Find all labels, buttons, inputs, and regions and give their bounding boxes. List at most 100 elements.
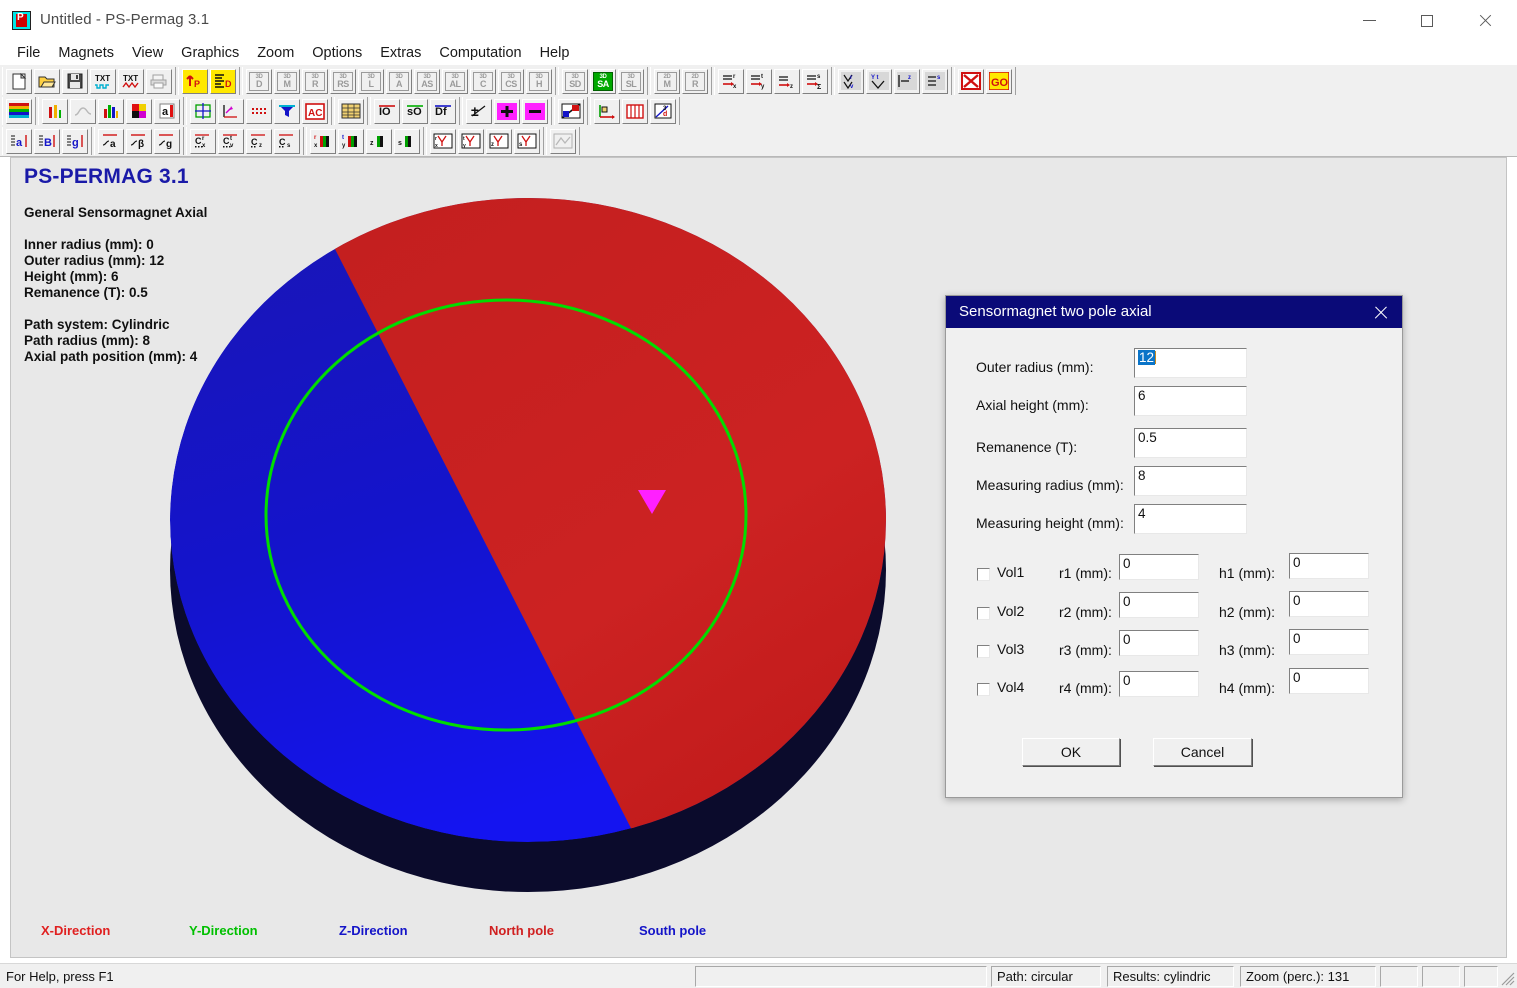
view-3d-m-button[interactable]: 3D M xyxy=(274,68,300,94)
component-ty-button[interactable]: ty xyxy=(746,68,772,94)
vol4-checkbox[interactable] xyxy=(977,683,990,696)
curve-a-button[interactable]: a xyxy=(98,128,124,154)
view-3d-sa-button[interactable]: 3D SA xyxy=(590,68,616,94)
h1-input[interactable]: 0 xyxy=(1289,553,1369,579)
view-3d-sd-button[interactable]: 3D SD xyxy=(562,68,588,94)
smooth-curve-button[interactable] xyxy=(70,98,96,124)
plus-minus-button[interactable]: ± xyxy=(466,98,492,124)
outer-radius-input[interactable]: 12 xyxy=(1134,348,1247,378)
letter-g-button[interactable]: g xyxy=(62,128,88,154)
so-button[interactable]: sO xyxy=(402,98,428,124)
h3-input[interactable]: 0 xyxy=(1289,629,1369,655)
menu-view[interactable]: View xyxy=(123,43,172,63)
c-s-button[interactable]: Cs xyxy=(274,128,300,154)
measuring-radius-input[interactable]: 8 xyxy=(1134,466,1247,496)
view-2d-r-button[interactable]: 2D R xyxy=(682,68,708,94)
component-s-button[interactable]: sΣ xyxy=(802,68,828,94)
y-z-button[interactable]: z xyxy=(486,128,512,154)
menu-computation[interactable]: Computation xyxy=(430,43,530,63)
component-z-button[interactable]: z xyxy=(774,68,800,94)
h4-input[interactable]: 0 xyxy=(1289,668,1369,694)
resize-grip-icon[interactable] xyxy=(1501,972,1515,986)
menu-file[interactable]: File xyxy=(8,43,49,63)
view-3d-al-button[interactable]: 3D AL xyxy=(442,68,468,94)
axis-origin-button[interactable] xyxy=(594,98,620,124)
h2-input[interactable]: 0 xyxy=(1289,591,1369,617)
view-3d-sl-button[interactable]: 3D SL xyxy=(618,68,644,94)
r3-input[interactable]: 0 xyxy=(1119,630,1199,656)
letter-beta-button[interactable]: B xyxy=(34,128,60,154)
3d-axis-button[interactable]: d3 xyxy=(650,98,676,124)
minimize-button[interactable] xyxy=(1346,0,1392,41)
abort-button[interactable] xyxy=(958,68,984,94)
y-ty-button[interactable]: ty xyxy=(458,128,484,154)
axes-arrows-button[interactable] xyxy=(218,98,244,124)
export-txt-curve-button[interactable]: TXT xyxy=(118,68,144,94)
export-txt-wave-button[interactable]: TXT xyxy=(90,68,116,94)
io-button[interactable]: IO xyxy=(374,98,400,124)
color-bars-button[interactable] xyxy=(98,98,124,124)
remanence-input[interactable]: 0.5 xyxy=(1134,428,1247,458)
ok-button[interactable]: OK xyxy=(1022,738,1120,766)
view-3d-h-button[interactable]: 3D H xyxy=(526,68,552,94)
vol1-checkbox[interactable] xyxy=(977,568,990,581)
view-3d-c-button[interactable]: 3D C xyxy=(470,68,496,94)
bar-rx-button[interactable]: rx xyxy=(310,128,336,154)
r4-input[interactable]: 0 xyxy=(1119,671,1199,697)
maximize-button[interactable] xyxy=(1404,0,1450,41)
auto-scale-button[interactable]: AC xyxy=(302,98,328,124)
measuring-height-input[interactable]: 4 xyxy=(1134,504,1247,534)
component-rx-button[interactable]: rx xyxy=(718,68,744,94)
dialog-close-button[interactable] xyxy=(1358,296,1402,328)
chart-disabled-button[interactable] xyxy=(550,128,576,154)
bar-s-button[interactable]: s xyxy=(394,128,420,154)
new-file-button[interactable] xyxy=(6,68,32,94)
view-3d-r-button[interactable]: 3D R xyxy=(302,68,328,94)
menu-extras[interactable]: Extras xyxy=(371,43,430,63)
show-path-button[interactable]: P xyxy=(182,68,208,94)
c-rx-button[interactable]: Crx xyxy=(190,128,216,154)
y-s-button[interactable]: s xyxy=(514,128,540,154)
view-3d-cs-button[interactable]: 3D CS xyxy=(498,68,524,94)
menu-magnets[interactable]: Magnets xyxy=(49,43,123,63)
view-3d-rs-button[interactable]: 3D RS xyxy=(330,68,356,94)
zoom-out-button[interactable] xyxy=(522,98,548,124)
bar-ty-button[interactable]: ty xyxy=(338,128,364,154)
bar-chart-button[interactable] xyxy=(42,98,68,124)
curve-beta-button[interactable]: β xyxy=(126,128,152,154)
menu-graphics[interactable]: Graphics xyxy=(172,43,248,63)
save-file-button[interactable] xyxy=(62,68,88,94)
cancel-button[interactable]: Cancel xyxy=(1153,738,1252,766)
dotted-grid-button[interactable] xyxy=(246,98,272,124)
show-data-list-button[interactable]: D xyxy=(210,68,236,94)
funnel-filter-button[interactable] xyxy=(274,98,300,124)
zoom-in-button[interactable] xyxy=(494,98,520,124)
vol3-checkbox[interactable] xyxy=(977,645,990,658)
menu-options[interactable]: Options xyxy=(303,43,371,63)
close-button[interactable] xyxy=(1462,0,1508,41)
view-3d-as-button[interactable]: 3D AS xyxy=(414,68,440,94)
c-ty-button[interactable]: Ctv xyxy=(218,128,244,154)
curve-g-button[interactable]: g xyxy=(154,128,180,154)
r1-input[interactable]: 0 xyxy=(1119,554,1199,580)
angle-rx-button[interactable]: rv xyxy=(838,68,864,94)
view-3d-a-button[interactable]: 3D A xyxy=(386,68,412,94)
print-button[interactable] xyxy=(146,68,172,94)
angle-ty-button[interactable]: Y t xyxy=(866,68,892,94)
r2-input[interactable]: 0 xyxy=(1119,592,1199,618)
open-file-button[interactable] xyxy=(34,68,60,94)
gradient-plot-button[interactable] xyxy=(558,98,584,124)
crosshair-grid-button[interactable] xyxy=(190,98,216,124)
go-button[interactable]: GO xyxy=(986,68,1012,94)
text-color-button[interactable]: a xyxy=(154,98,180,124)
view-2d-m-button[interactable]: 2D M xyxy=(654,68,680,94)
color-palette-button[interactable] xyxy=(126,98,152,124)
color-bands-button[interactable] xyxy=(6,98,32,124)
columns-view-button[interactable] xyxy=(622,98,648,124)
angle-s-button[interactable]: s xyxy=(922,68,948,94)
df-button[interactable]: Df xyxy=(430,98,456,124)
y-rx-button[interactable]: rx xyxy=(430,128,456,154)
view-3d-l-button[interactable]: 3D L xyxy=(358,68,384,94)
vol2-checkbox[interactable] xyxy=(977,607,990,620)
axial-height-input[interactable]: 6 xyxy=(1134,386,1247,416)
